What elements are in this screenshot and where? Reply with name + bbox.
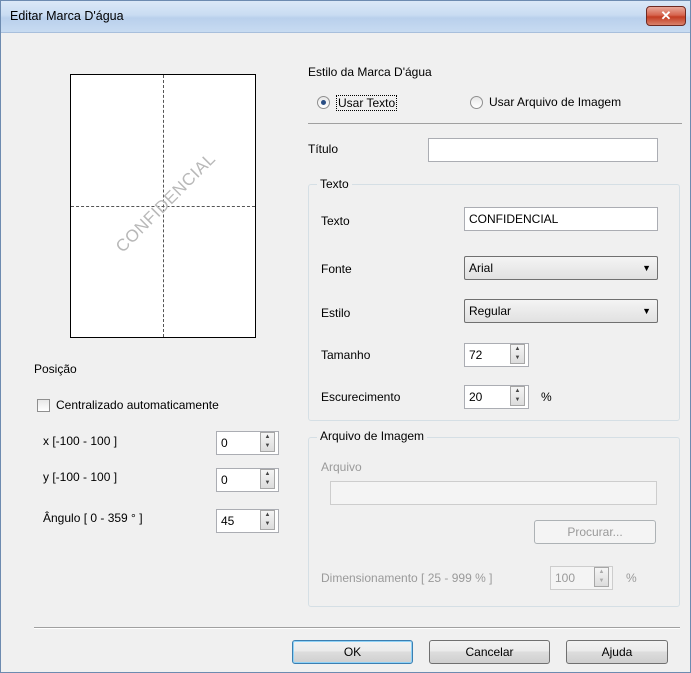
angle-spinner[interactable]: 45 ▲ ▼ [216,509,279,533]
size-spin-arrows[interactable]: ▲ ▼ [510,344,525,364]
ok-button[interactable]: OK [292,640,413,664]
scale-spin-arrows[interactable]: ▲ ▼ [594,567,609,587]
text-group-title: Texto [317,177,352,191]
scale-spinner[interactable]: 100 ▲ ▼ [550,566,613,590]
title-bar[interactable]: Editar Marca D'água ✕ [1,1,690,33]
x-spin-arrows[interactable]: ▲ ▼ [260,432,275,452]
file-input[interactable] [330,481,657,505]
size-label: Tamanho [321,348,371,362]
size-spinner[interactable]: 72 ▲ ▼ [464,343,529,367]
text-label: Texto [321,214,350,228]
y-spin-arrows[interactable]: ▲ ▼ [260,469,275,489]
auto-center-checkbox[interactable] [37,399,50,412]
file-label: Arquivo [321,460,362,474]
auto-center-label[interactable]: Centralizado automaticamente [56,398,219,412]
darkness-label: Escurecimento [321,390,401,404]
font-value: Arial [469,261,494,275]
x-label: x [-100 - 100 ] [43,434,118,448]
style-divider [308,123,682,124]
angle-label: Ângulo [ 0 - 359 ° ] [43,511,143,525]
window-title: Editar Marca D'água [10,9,124,23]
position-heading: Posição [34,362,77,376]
darkness-spin-arrows[interactable]: ▲ ▼ [510,386,525,406]
darkness-unit: % [541,390,552,404]
watermark-preview: CONFIDENCIAL [70,74,256,338]
use-image-radio[interactable] [470,96,483,109]
text-input[interactable]: CONFIDENCIAL [464,207,658,231]
angle-spin-arrows[interactable]: ▲ ▼ [260,510,275,530]
use-text-label[interactable]: Usar Texto [336,95,398,111]
close-icon: ✕ [660,8,672,23]
darkness-spinner[interactable]: 20 ▲ ▼ [464,385,529,409]
chevron-down-icon: ▼ [642,306,651,316]
y-label: y [-100 - 100 ] [43,470,118,484]
y-spinner[interactable]: 0 ▲ ▼ [216,468,279,492]
style-label: Estilo [321,306,351,320]
scale-label: Dimensionamento [ 25 - 999 % ] [321,571,493,585]
title-input[interactable] [428,138,658,162]
x-spinner[interactable]: 0 ▲ ▼ [216,431,279,455]
chevron-down-icon: ▼ [642,263,651,273]
help-button[interactable]: Ajuda [566,640,668,664]
font-label: Fonte [321,262,352,276]
edit-watermark-dialog: Editar Marca D'água ✕ CONFIDENCIAL Posiç… [0,0,691,673]
style-select[interactable]: Regular ▼ [464,299,658,323]
style-value: Regular [469,304,512,318]
watermark-style-heading: Estilo da Marca D'água [308,65,432,79]
preview-watermark-text: CONFIDENCIAL [112,149,220,257]
title-label: Título [308,142,339,156]
use-image-label[interactable]: Usar Arquivo de Imagem [489,95,621,109]
close-button[interactable]: ✕ [646,6,686,26]
scale-unit: % [626,571,637,585]
image-group-title: Arquivo de Imagem [317,429,428,443]
cancel-button[interactable]: Cancelar [429,640,550,664]
footer-separator [34,627,680,629]
use-text-radio[interactable] [317,96,330,109]
font-select[interactable]: Arial ▼ [464,256,658,280]
browse-button[interactable]: Procurar... [534,520,656,544]
